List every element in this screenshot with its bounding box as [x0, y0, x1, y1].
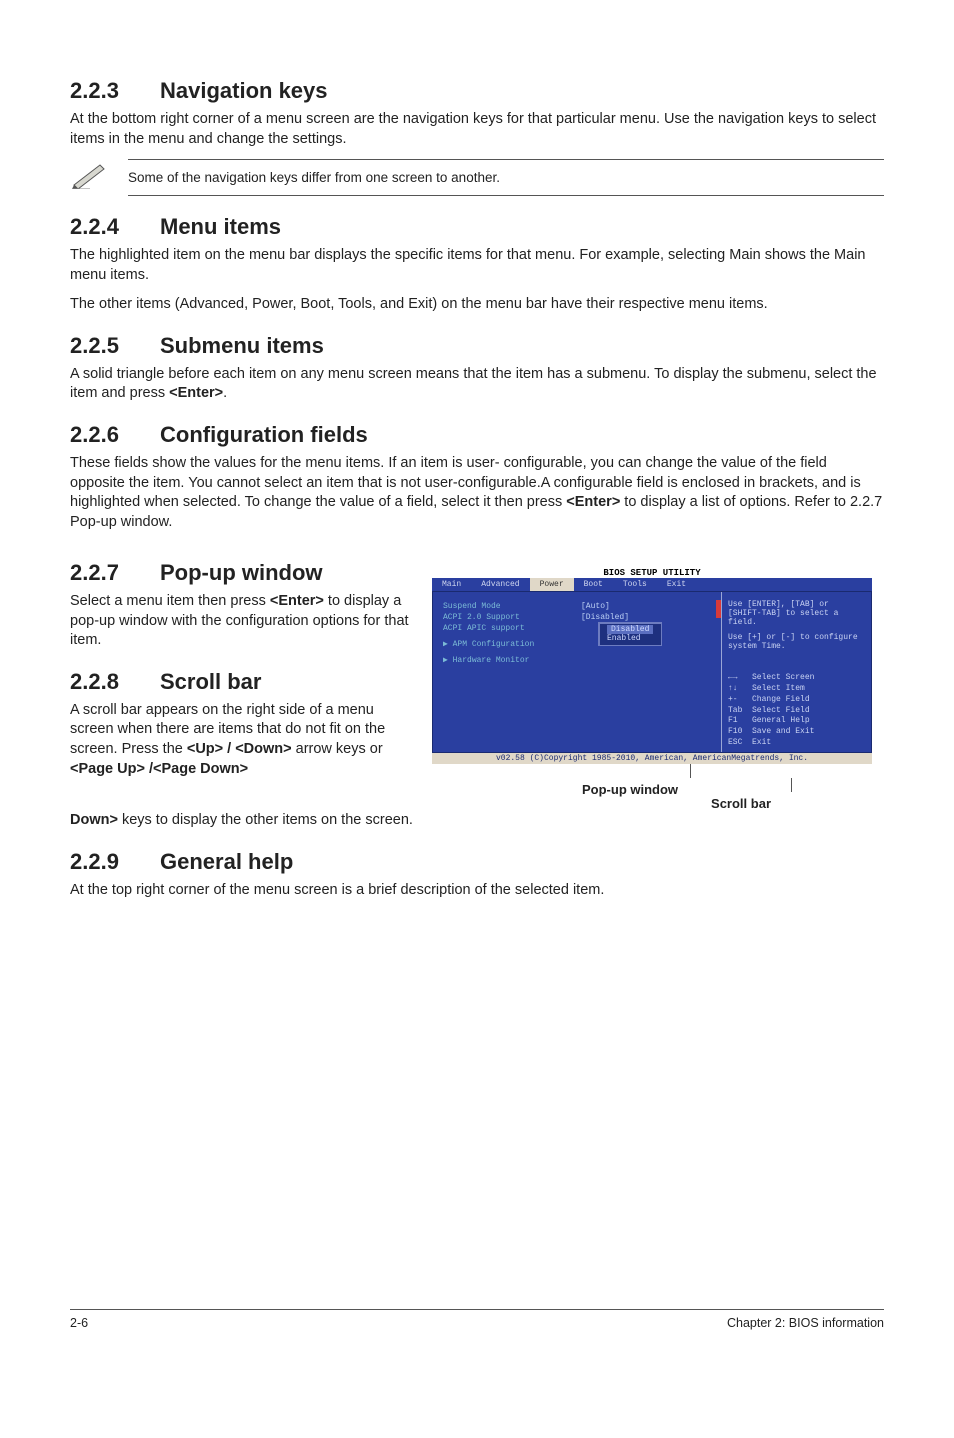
heading-num: 2.2.9	[70, 849, 160, 875]
bios-tab-bar: Main Advanced Power Boot Tools Exit	[432, 578, 872, 591]
annotation-scroll-label: Scroll bar	[711, 796, 771, 811]
pencil-note-icon	[70, 159, 110, 189]
popup-option: Enabled	[607, 634, 653, 643]
heading-nav-keys: 2.2.3 Navigation keys	[70, 78, 884, 104]
bios-tab-exit: Exit	[657, 578, 696, 591]
footer-page-number: 2-6	[70, 1316, 88, 1330]
heading-title: Navigation keys	[160, 78, 328, 104]
heading-config-fields: 2.2.6 Configuration fields	[70, 422, 884, 448]
heading-title: Menu items	[160, 214, 281, 240]
para-popup: Select a menu item then press <Enter> to…	[70, 592, 410, 651]
bios-screenshot: BIOS SETUP UTILITY Main Advanced Power B…	[432, 568, 872, 764]
heading-title: Pop-up window	[160, 560, 323, 586]
bios-item: ACPI APIC support	[443, 624, 711, 633]
bios-tab-tools: Tools	[613, 578, 657, 591]
bios-scrollbar-icon	[716, 600, 721, 618]
bios-tab-main: Main	[432, 578, 471, 591]
bios-tab-power: Power	[530, 578, 574, 591]
bios-left-pane: Suspend Mode[Auto] ACPI 2.0 Support[Disa…	[433, 592, 721, 752]
bios-help-text1: Use [ENTER], [TAB] or [SHIFT-TAB] to sel…	[728, 600, 865, 627]
bios-nav-keys: ←→ Select Screen ↑↓ Select Item +- Chang…	[728, 673, 865, 749]
heading-num: 2.2.7	[70, 560, 160, 586]
para-nav-keys: At the bottom right corner of a menu scr…	[70, 110, 884, 149]
bios-submenu: Hardware Monitor	[443, 655, 711, 665]
heading-popup: 2.2.7 Pop-up window	[70, 560, 410, 586]
bios-tab-boot: Boot	[574, 578, 613, 591]
para-config-fields: These fields show the values for the men…	[70, 454, 884, 532]
bios-help-pane: Use [ENTER], [TAB] or [SHIFT-TAB] to sel…	[721, 592, 871, 752]
para-general-help: At the top right corner of the menu scre…	[70, 881, 884, 901]
bios-item: ACPI 2.0 Support[Disabled]	[443, 613, 711, 622]
heading-title: Configuration fields	[160, 422, 368, 448]
para-scroll-bar-part2: Down> keys to display the other items on…	[70, 811, 884, 831]
bios-help-text2: Use [+] or [-] to configure system Time.	[728, 633, 865, 651]
bios-popup-window: Disabled Enabled	[598, 622, 662, 646]
bios-tab-advanced: Advanced	[471, 578, 529, 591]
bios-item: Suspend Mode[Auto]	[443, 602, 711, 611]
heading-scroll-bar: 2.2.8 Scroll bar	[70, 669, 410, 695]
heading-title: General help	[160, 849, 293, 875]
heading-num: 2.2.5	[70, 333, 160, 359]
footer-chapter: Chapter 2: BIOS information	[727, 1316, 884, 1330]
heading-title: Submenu items	[160, 333, 324, 359]
para-menu-items-1: The highlighted item on the menu bar dis…	[70, 246, 884, 285]
bios-submenu: APM Configuration	[443, 639, 711, 649]
para-submenu: A solid triangle before each item on any…	[70, 365, 884, 404]
page-footer: 2-6 Chapter 2: BIOS information	[70, 1309, 884, 1330]
para-scroll-bar-part1: A scroll bar appears on the right side o…	[70, 701, 410, 779]
bios-footer: v02.58 (C)Copyright 1985-2010, American,…	[432, 753, 872, 764]
heading-num: 2.2.6	[70, 422, 160, 448]
heading-title: Scroll bar	[160, 669, 261, 695]
annotation-popup-label: Pop-up window	[582, 782, 678, 811]
annotation-tick-icon	[690, 764, 691, 778]
heading-menu-items: 2.2.4 Menu items	[70, 214, 884, 240]
annotation-tick-icon	[791, 778, 792, 792]
note-text: Some of the navigation keys differ from …	[128, 159, 884, 196]
para-menu-items-2: The other items (Advanced, Power, Boot, …	[70, 295, 884, 315]
note-nav-keys: Some of the navigation keys differ from …	[70, 159, 884, 196]
heading-num: 2.2.3	[70, 78, 160, 104]
bios-title-bar: BIOS SETUP UTILITY	[432, 568, 872, 578]
scroll-cont-bold: Down>	[70, 812, 118, 828]
heading-num: 2.2.4	[70, 214, 160, 240]
popup-option-selected: Disabled	[607, 625, 653, 634]
heading-num: 2.2.8	[70, 669, 160, 695]
heading-general-help: 2.2.9 General help	[70, 849, 884, 875]
heading-submenu: 2.2.5 Submenu items	[70, 333, 884, 359]
